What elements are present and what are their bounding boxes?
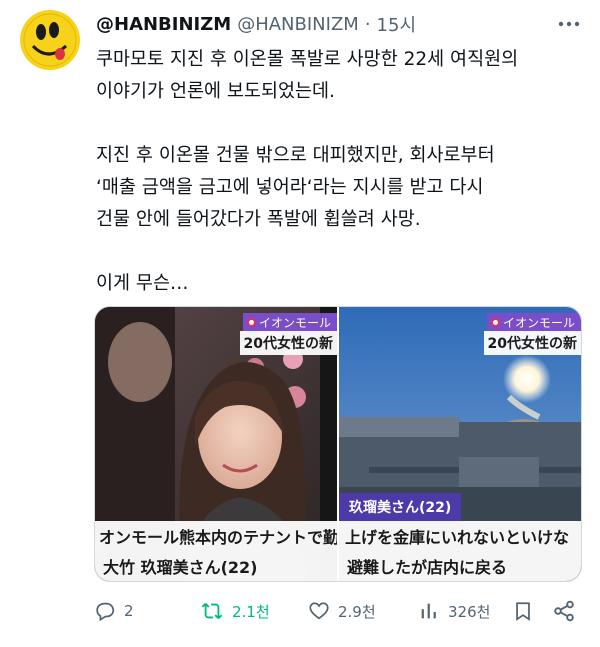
caption-bottom: 避難したが店内に戻る (339, 551, 581, 581)
tweet-text: 쿠마모토 지진 후 이온몰 폭발로 사망한 22세 여직원의 이야기가 언론에 … (96, 44, 592, 300)
bookmark-button[interactable] (512, 596, 534, 626)
text-line-1: 쿠마모토 지진 후 이온몰 폭발로 사망한 22세 여직원의 (96, 49, 519, 70)
caption-top: 上げを金庫にいれないといけな (339, 521, 581, 551)
caption-bottom: 大竹 玖瑠美さん(22) (95, 551, 337, 581)
text-line-6: 건물 안에 들어갔다가 폭발에 휩쓸려 사망. (96, 209, 421, 230)
views-button[interactable]: 326천 (418, 596, 490, 626)
user-handle[interactable]: @HANBINIZM (237, 14, 359, 35)
record-dot-icon (246, 318, 256, 327)
bookmark-icon (516, 602, 530, 621)
media-photo-1[interactable]: イオンモール 20代女性の新 オンモール熊本内のテナントで勤 大竹 玖瑠美さん(… (95, 307, 337, 581)
display-name[interactable]: @HANBINIZM (96, 14, 231, 35)
caption-name-row: 玖瑠美さん(22) (339, 493, 581, 521)
like-button[interactable]: 2.9천 (308, 596, 376, 626)
media-photo-2[interactable]: イオンモール 20代女性の新 玖瑠美さん(22) 上げを金庫にいれないといけな … (339, 307, 581, 581)
news-headline: 20代女性の新 (483, 331, 581, 355)
like-count: 2.9천 (338, 602, 376, 621)
caption-bottom-text: 避難したが店内に戻る (347, 558, 508, 577)
name-label: 玖瑠美さん(22) (339, 493, 462, 521)
caption-top-text: 上げを金庫にいれないといけな (345, 528, 570, 547)
caption-top: オンモール熊本内のテナントで勤 (95, 521, 337, 551)
more-dots-icon[interactable] (556, 12, 582, 36)
reply-button[interactable]: 2 (94, 596, 134, 626)
retweet-count: 2.1천 (232, 602, 270, 621)
name-label-text: 玖瑠美さん(22) (349, 500, 452, 516)
share-button[interactable] (552, 596, 576, 626)
news-tag-label: イオンモール (258, 316, 331, 330)
tweet-header: @HANBINIZM @HANBINIZM · 15시 (96, 10, 416, 38)
retweet-icon (201, 603, 223, 619)
caption-bottom-text: 大竹 玖瑠美さん(22) (103, 558, 258, 577)
reply-count: 2 (124, 602, 134, 620)
news-caption: 玖瑠美さん(22) 上げを金庫にいれないといけな 避難したが店内に戻る (339, 493, 581, 581)
news-tag-label: イオンモール (502, 316, 575, 330)
media-grid: イオンモール 20代女性の新 オンモール熊本内のテナントで勤 大竹 玖瑠美さん(… (94, 306, 582, 582)
separator-dot: · (364, 13, 371, 35)
share-icon (554, 600, 574, 622)
tweet-time[interactable]: 15시 (377, 11, 416, 37)
news-channel-tag: イオンモール (242, 313, 337, 332)
text-line-5: ‘매출 금액을 금고에 넣어라‘라는 지시를 받고 다시 (96, 177, 484, 198)
views-count: 326천 (448, 602, 491, 621)
text-line-8: 이게 무슨… (96, 273, 189, 294)
avatar[interactable] (20, 10, 80, 70)
caption-top-text: オンモール熊本内のテナントで勤 (99, 528, 337, 547)
text-line-2: 이야기가 언론에 보도되었는데. (96, 81, 335, 102)
news-headline: 20代女性の新 (239, 331, 337, 355)
heart-icon (309, 602, 329, 620)
news-caption: オンモール熊本内のテナントで勤 大竹 玖瑠美さん(22) (95, 521, 337, 581)
news-channel-tag: イオンモール (486, 313, 581, 332)
action-bar: 2 2.1천 2.9천 326천 (94, 596, 584, 626)
text-line-4: 지진 후 이온몰 건물 밖으로 대피했지만, 회사로부터 (96, 145, 495, 166)
retweet-button[interactable]: 2.1천 (200, 596, 270, 626)
reply-icon (96, 602, 115, 622)
views-chart-icon (421, 603, 436, 619)
record-dot-icon (490, 318, 500, 327)
